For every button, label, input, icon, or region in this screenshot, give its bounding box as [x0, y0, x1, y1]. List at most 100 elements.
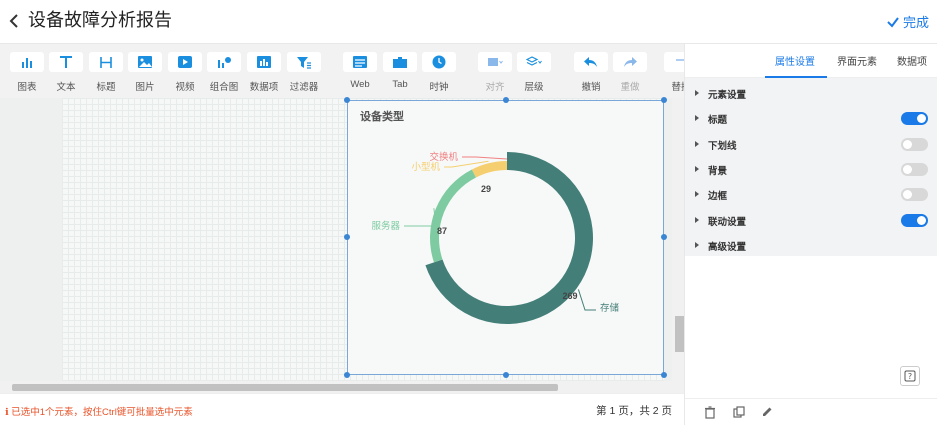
toolbar-label: 层级: [524, 82, 544, 93]
toolbar-button-box: [128, 52, 162, 72]
align-icon: [488, 58, 503, 66]
property-toggle[interactable]: [901, 213, 928, 227]
image-icon: [138, 56, 152, 68]
data-label-1: 87: [437, 226, 447, 236]
toolbar-layers-button[interactable]: 层级: [515, 52, 553, 93]
resize-handle-br[interactable]: [661, 372, 667, 378]
toolbar-button-box: [422, 52, 456, 72]
property-row[interactable]: 边框: [685, 183, 937, 207]
toggle-knob: [903, 139, 912, 149]
resize-handle-t[interactable]: [503, 97, 509, 103]
toolbar-text-button[interactable]: 文本: [47, 52, 85, 93]
combo-chart-icon: [218, 57, 231, 68]
toolbar-filter-button[interactable]: 过滤器: [285, 52, 323, 93]
toolbar-label: 替换: [671, 82, 684, 93]
toolbar-clock-button[interactable]: 时钟: [420, 52, 458, 93]
property-row[interactable]: 下划线: [685, 133, 937, 157]
toolbar-label: 图表: [17, 82, 37, 93]
toolbar-button-box: [247, 52, 281, 72]
data-item-icon: [257, 56, 271, 68]
toggle-knob: [903, 164, 912, 174]
resize-handle-bl[interactable]: [344, 372, 350, 378]
status-message-text: 已选中1个元素，按住Ctrl键可批量选中元素: [11, 407, 193, 418]
toolbar-heading-button[interactable]: 标题: [87, 52, 125, 93]
properties-panel: 属性设置 界面元素 数据项 元素设置标题 下划线 背景 边框联动设置高级设置 ?: [684, 44, 937, 425]
panel-footer: [685, 398, 937, 425]
toolbar-image-button[interactable]: 图片: [126, 52, 164, 93]
toolbar-undo-button[interactable]: 撤销: [572, 52, 610, 93]
property-toggle[interactable]: [901, 137, 928, 151]
toolbar-tab-button[interactable]: Tab: [381, 52, 419, 90]
help-button[interactable]: ?: [900, 366, 920, 386]
copy-icon[interactable]: [732, 405, 746, 419]
toolbar-label: 撤销: [581, 82, 601, 93]
toolbar-button-box: [343, 52, 377, 72]
property-toggle[interactable]: [901, 188, 928, 202]
trash-icon[interactable]: [703, 405, 717, 419]
toggle-knob: [917, 215, 926, 225]
expand-arrow-icon[interactable]: [695, 216, 699, 223]
property-row[interactable]: 标题: [685, 107, 937, 131]
back-arrow-icon[interactable]: [6, 10, 22, 32]
done-button[interactable]: 完成: [886, 12, 929, 31]
header: 设备故障分析报告 完成: [0, 0, 937, 44]
property-list: 元素设置标题 下划线 背景 边框联动设置高级设置: [685, 78, 937, 256]
property-row[interactable]: 高级设置: [685, 234, 937, 258]
expand-arrow-icon[interactable]: [695, 165, 699, 172]
property-label: 联动设置: [708, 216, 747, 228]
toolbar-label: 视频: [175, 82, 195, 93]
expand-arrow-icon[interactable]: [695, 140, 699, 147]
horizontal-scrollbar[interactable]: [0, 381, 684, 393]
expand-arrow-icon[interactable]: [695, 90, 699, 96]
expand-arrow-icon[interactable]: [695, 191, 699, 198]
property-toggle[interactable]: [901, 162, 928, 176]
data-label-2: 29: [481, 184, 491, 194]
toolbar-bar-chart-button[interactable]: 图表: [8, 52, 46, 93]
tab-icon: [393, 57, 407, 68]
property-toggle[interactable]: [901, 112, 928, 126]
horizontal-scrollbar-thumb[interactable]: [12, 384, 558, 391]
tab-data-items[interactable]: 数据项: [897, 53, 927, 68]
toolbar: 图表 文本 标题 图片 视频 组合图数据项过滤器 Web Tab 时钟 对齐 层级 撤销 重做 替换: [0, 44, 684, 98]
expand-arrow-icon[interactable]: [695, 241, 699, 248]
toolbar-button-box: [168, 52, 202, 72]
data-label-0: 269: [562, 291, 577, 301]
redo-icon: [624, 57, 637, 67]
toolbar-data-item-button[interactable]: 数据项: [245, 52, 283, 93]
pencil-icon[interactable]: [760, 405, 774, 419]
text-icon: [60, 56, 72, 68]
resize-handle-tl[interactable]: [344, 97, 350, 103]
toolbar-label: 标题: [96, 82, 116, 93]
vertical-scrollbar-thumb[interactable]: [675, 316, 684, 352]
expand-arrow-icon[interactable]: [695, 115, 699, 122]
tab-properties[interactable]: 属性设置: [775, 53, 815, 68]
property-row[interactable]: 背景: [685, 158, 937, 182]
property-row[interactable]: 联动设置: [685, 209, 937, 233]
property-row[interactable]: 元素设置: [685, 82, 937, 106]
toolbar-button-box: [89, 52, 123, 72]
heading-icon: [100, 57, 112, 68]
donut-slice-1[interactable]: [430, 169, 477, 263]
tab-ui-elements[interactable]: 界面元素: [837, 53, 877, 68]
leader-line-1: [404, 208, 437, 227]
toolbar-align-button[interactable]: 对齐: [476, 52, 514, 93]
toolbar-label: Tab: [392, 79, 408, 90]
info-icon: ℹ: [5, 407, 9, 418]
toolbar-web-button[interactable]: Web: [341, 52, 379, 90]
toolbar-label: 对齐: [485, 82, 505, 93]
resize-handle-l[interactable]: [344, 234, 350, 240]
toolbar-redo-button[interactable]: 重做: [611, 52, 649, 93]
resize-handle-r[interactable]: [661, 234, 667, 240]
toolbar-button-box: [664, 52, 684, 72]
category-label-3: 交换机: [429, 151, 458, 163]
toolbar-combo-chart-button[interactable]: 组合图: [205, 52, 243, 93]
resize-handle-b[interactable]: [503, 372, 509, 378]
property-label: 元素设置: [708, 90, 747, 101]
toolbar-label: 文本: [56, 82, 76, 93]
toolbar-replace-button[interactable]: 替换: [662, 52, 684, 93]
chart-widget[interactable]: 设备类型 存储 服务器 小型机 交换机 269 87 29: [347, 100, 664, 375]
property-label: 高级设置: [708, 241, 747, 253]
resize-handle-tr[interactable]: [661, 97, 667, 103]
toolbar-button-box: [207, 52, 241, 72]
toolbar-video-button[interactable]: 视频: [166, 52, 204, 93]
